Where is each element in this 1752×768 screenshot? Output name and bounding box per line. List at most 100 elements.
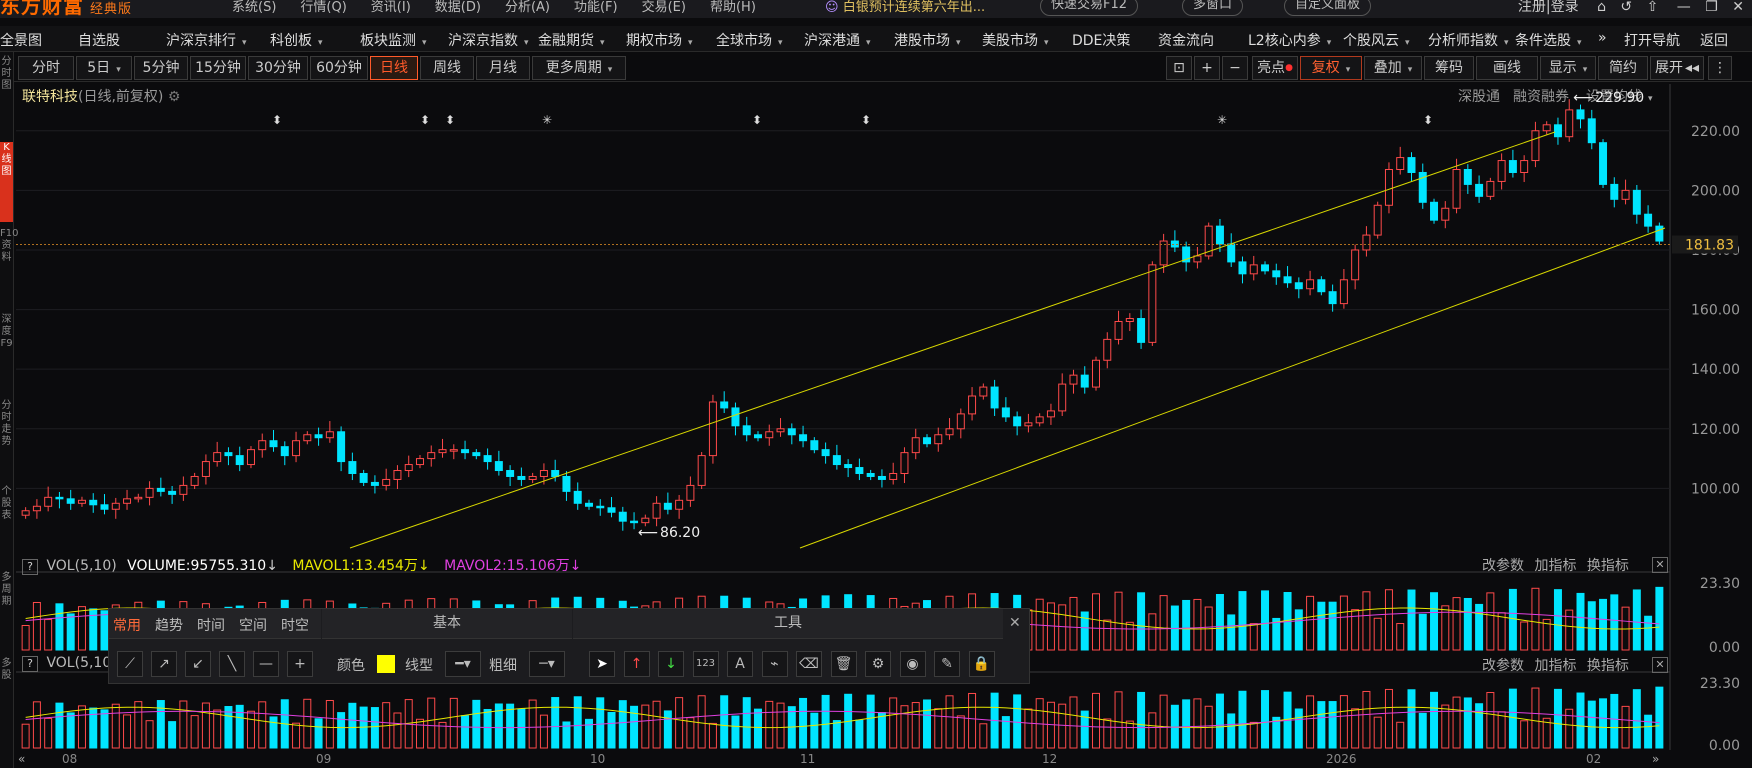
diag-line-icon[interactable]: ╲ <box>219 651 245 677</box>
event-marker-icon[interactable]: ⬍ <box>861 113 871 127</box>
volume-bar <box>1261 590 1270 651</box>
linetype-dropdown[interactable]: ━▾ <box>445 651 481 677</box>
draw-tab[interactable]: 时空 <box>281 615 309 635</box>
eraser-icon[interactable]: ⌫ <box>796 651 822 677</box>
volume-bar <box>1148 712 1157 749</box>
volume-bar <box>1587 601 1596 651</box>
volume-bar <box>1317 701 1326 749</box>
volume-bar <box>1576 692 1585 749</box>
candle <box>1508 149 1517 178</box>
ruler-icon[interactable]: ⌁ <box>761 651 788 677</box>
cursor-icon[interactable]: ➤ <box>589 651 615 677</box>
number-icon[interactable]: 123 <box>692 651 719 677</box>
candle <box>1497 153 1506 190</box>
candle <box>370 475 379 494</box>
volume-bar <box>21 723 30 749</box>
volume-bar <box>1227 614 1236 651</box>
volume-bar <box>1407 689 1416 749</box>
draw-tab[interactable]: 时间 <box>197 615 225 635</box>
candle <box>1046 403 1055 425</box>
close-panel-icon[interactable]: ✕ <box>1652 657 1668 673</box>
event-marker-icon[interactable]: ⬍ <box>445 113 455 127</box>
candle <box>1463 164 1472 194</box>
draw-tab[interactable]: 常用 <box>113 615 141 635</box>
x-tick: 09 <box>316 752 332 766</box>
scroll-left-icon[interactable]: « <box>18 752 25 766</box>
volume-bar <box>517 708 526 749</box>
candle <box>1418 163 1427 209</box>
section-tools-header: 工具 <box>573 609 1003 639</box>
event-marker-icon[interactable]: ⬍ <box>420 113 430 127</box>
linetype-label: 线型 <box>405 658 433 674</box>
down-arrow-icon[interactable]: ↓ <box>658 651 684 677</box>
lock-icon[interactable]: 🔒 <box>968 651 995 677</box>
trash-icon[interactable]: 🗑 <box>830 651 857 677</box>
scroll-right-icon[interactable]: » <box>1652 752 1659 766</box>
volume-bar <box>618 700 627 749</box>
volume-bar <box>1610 693 1619 749</box>
volume-bar <box>77 606 86 651</box>
candle <box>1170 230 1179 253</box>
event-marker-icon[interactable]: ⬍ <box>272 113 282 127</box>
event-marker-icon[interactable]: ⬍ <box>1423 113 1433 127</box>
event-marker-icon[interactable]: ✳ <box>542 113 552 127</box>
close-toolbar-icon[interactable]: ✕ <box>1009 615 1021 631</box>
candle <box>832 444 841 470</box>
width-dropdown[interactable]: ─▾ <box>529 651 565 677</box>
volume-bar <box>1632 589 1641 651</box>
candle <box>776 418 785 437</box>
cross-icon[interactable]: + <box>287 651 313 677</box>
switch-indicator-link[interactable]: 换指标 <box>1587 558 1629 574</box>
candle <box>1384 162 1393 214</box>
text-icon[interactable]: A <box>727 651 753 677</box>
volume-bar <box>1644 714 1653 749</box>
candle <box>618 506 627 531</box>
gear-icon[interactable]: ⚙ <box>865 651 891 677</box>
candle <box>1565 99 1574 142</box>
color-swatch[interactable] <box>377 655 395 673</box>
volume-bar <box>539 714 548 749</box>
candle <box>1182 241 1191 272</box>
edit-params-link[interactable]: 改参数 <box>1482 558 1524 574</box>
candle <box>303 431 312 445</box>
help-icon[interactable]: ? <box>22 559 38 575</box>
up-arrow-icon[interactable]: ↑ <box>623 651 650 677</box>
candle <box>573 482 582 510</box>
high-value: 229.90 <box>1595 90 1644 106</box>
candle <box>1328 284 1337 312</box>
volume-bar <box>235 704 244 749</box>
candle <box>1407 152 1416 183</box>
event-marker-icon[interactable]: ⬍ <box>752 113 762 127</box>
candle <box>190 472 199 489</box>
x-tick: 10 <box>590 752 606 766</box>
candle <box>348 452 357 481</box>
volume-bar <box>461 715 470 749</box>
candle <box>889 462 898 485</box>
close-panel-icon[interactable]: ✕ <box>1652 557 1668 573</box>
volume-bar <box>1182 699 1191 749</box>
horizontal-line-icon[interactable]: — <box>253 651 279 677</box>
eye-icon[interactable]: ◉ <box>899 651 926 677</box>
edit-icon[interactable]: ✎ <box>934 651 960 677</box>
segment-icon[interactable]: ↙ <box>185 651 211 677</box>
candle <box>438 438 447 458</box>
candle <box>1486 177 1495 200</box>
line-icon[interactable]: ⟋ <box>117 651 143 677</box>
draw-tab[interactable]: 空间 <box>239 615 267 635</box>
ray-icon[interactable]: ↗ <box>151 651 177 677</box>
help-icon[interactable]: ? <box>22 656 38 672</box>
candle <box>337 426 346 472</box>
volume-bar <box>889 697 898 749</box>
candle <box>877 469 886 488</box>
add-indicator-link[interactable]: 加指标 <box>1534 558 1576 574</box>
vol-axis-top: 23.30 <box>1700 576 1740 592</box>
switch-indicator-link[interactable]: 换指标 <box>1587 658 1629 674</box>
mavol1-value: MAVOL1:13.454万 <box>292 558 418 574</box>
volume-bar <box>348 702 357 749</box>
volume-bar <box>652 700 661 749</box>
candle <box>506 465 515 487</box>
draw-tab[interactable]: 趋势 <box>155 615 183 635</box>
event-marker-icon[interactable]: ✳ <box>1217 113 1227 127</box>
add-indicator-link[interactable]: 加指标 <box>1534 658 1576 674</box>
edit-params-link[interactable]: 改参数 <box>1482 658 1524 674</box>
